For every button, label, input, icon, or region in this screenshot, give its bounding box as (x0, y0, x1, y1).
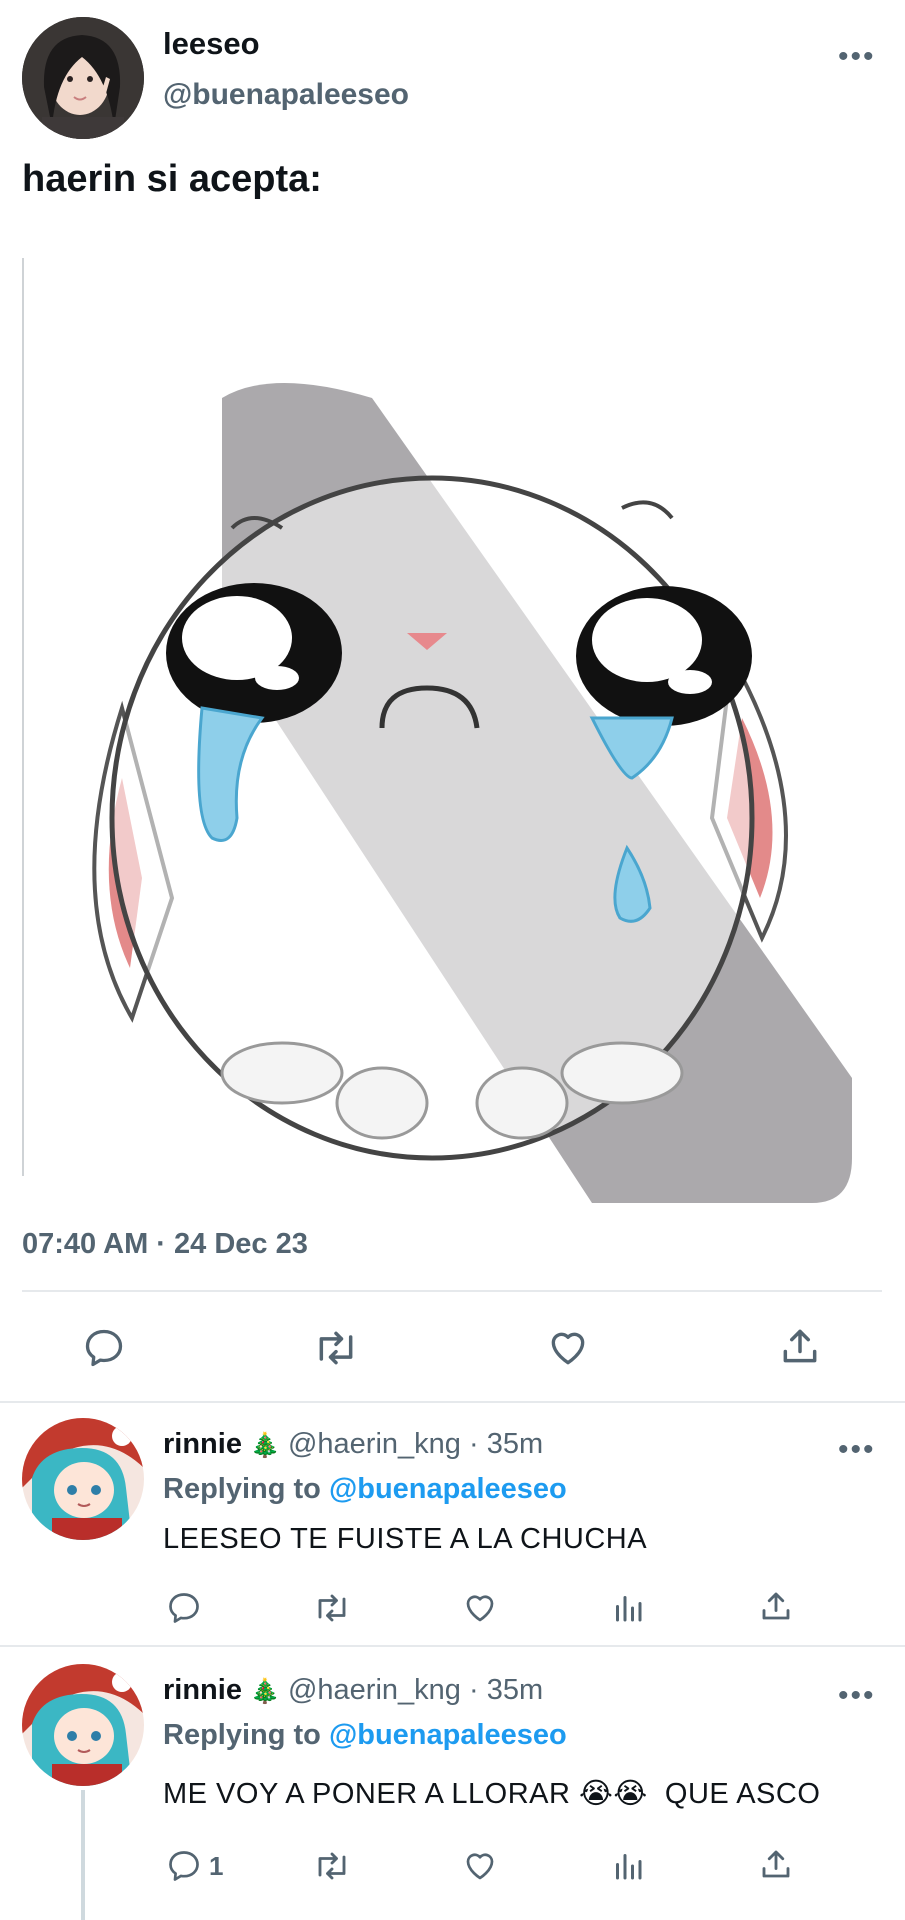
reply-time[interactable]: 35m (487, 1428, 543, 1460)
like-icon[interactable] (456, 1844, 504, 1888)
reply-avatar[interactable] (22, 1664, 144, 1786)
reply-icon[interactable] (160, 1586, 208, 1630)
views-icon[interactable] (604, 1586, 652, 1630)
more-dots-icon[interactable]: ••• (838, 1681, 876, 1711)
section-divider (0, 1401, 905, 1403)
views-icon[interactable] (604, 1844, 652, 1888)
section-divider (0, 1645, 905, 1647)
tree-emoji-icon: 🎄 (250, 1678, 280, 1705)
timestamp-divider (22, 1290, 882, 1292)
reply-header: rinnie 🎄 @haerin_kng · 35m (163, 1674, 543, 1707)
share-icon[interactable] (752, 1584, 800, 1628)
replying-label: Replying to (163, 1719, 321, 1751)
replying-to: Replying to @buenapaleeseo (163, 1473, 567, 1506)
like-icon[interactable] (456, 1586, 504, 1630)
replying-handle-link[interactable]: @buenapaleeseo (329, 1719, 567, 1751)
like-icon[interactable] (542, 1322, 594, 1374)
crying-bunny-image (92, 383, 852, 1203)
author-name[interactable]: leeseo (163, 26, 260, 62)
replying-to: Replying to @buenapaleeseo (163, 1719, 567, 1752)
more-dots-icon[interactable]: ••• (838, 1435, 876, 1465)
tweet-timestamp[interactable]: 07:40 AM · 24 Dec 23 (22, 1228, 308, 1261)
tree-emoji-icon: 🎄 (250, 1432, 280, 1459)
author-avatar[interactable] (22, 17, 144, 139)
reply-author-name[interactable]: rinnie (163, 1674, 242, 1706)
reply-time[interactable]: 35m (487, 1674, 543, 1706)
more-dots-icon[interactable]: ••• (838, 42, 876, 72)
reply-count: 1 (209, 1851, 224, 1881)
reply-icon[interactable] (160, 1844, 208, 1888)
reply-author-handle[interactable]: @haerin_kng (288, 1674, 461, 1706)
reply-avatar[interactable] (22, 1418, 144, 1540)
replying-handle-link[interactable]: @buenapaleeseo (329, 1473, 567, 1505)
reply-author-name[interactable]: rinnie (163, 1428, 242, 1460)
share-icon[interactable] (774, 1320, 826, 1372)
separator-dot: · (469, 1674, 479, 1706)
retweet-icon[interactable] (308, 1586, 356, 1630)
reply-text: ME VOY A PONER A LLORAR 😭😭 QUE ASCO (163, 1778, 821, 1810)
retweet-icon[interactable] (308, 1322, 364, 1374)
tweet-media[interactable] (22, 258, 854, 1203)
retweet-icon[interactable] (308, 1844, 356, 1888)
share-icon[interactable] (752, 1842, 800, 1886)
reply-author-handle[interactable]: @haerin_kng (288, 1428, 461, 1460)
tweet-text: haerin si acepta: (22, 158, 322, 200)
author-handle[interactable]: @buenapaleeseo (163, 78, 409, 112)
thread-line (81, 1790, 85, 1920)
replying-label: Replying to (163, 1473, 321, 1505)
separator-dot: · (469, 1428, 479, 1460)
reply-text: LEESEO TE FUISTE A LA CHUCHA (163, 1523, 648, 1555)
reply-header: rinnie 🎄 @haerin_kng · 35m (163, 1428, 543, 1461)
reply-icon[interactable] (78, 1322, 130, 1374)
